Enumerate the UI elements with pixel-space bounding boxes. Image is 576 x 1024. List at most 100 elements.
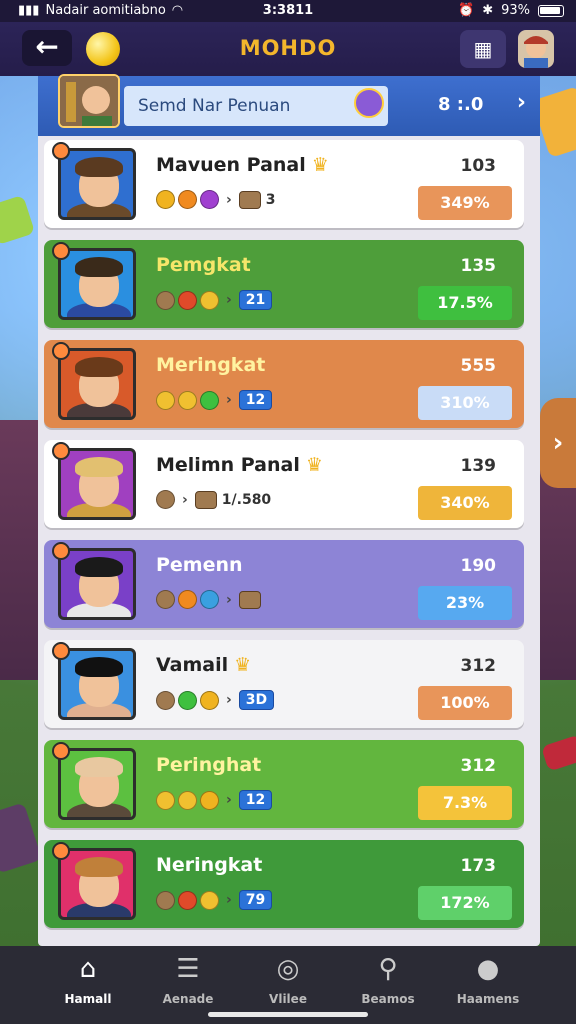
gem-icon — [156, 490, 175, 509]
reward-items: › 12 — [156, 390, 273, 410]
rank-badge-icon — [52, 342, 70, 360]
chevron-right-icon: › — [226, 392, 232, 408]
rank-badge-icon — [52, 142, 70, 160]
gem-icon — [156, 390, 175, 410]
current-player-header[interactable]: Semd Nar Penuan 8 :.0 › — [38, 74, 540, 136]
gem-icon — [200, 390, 219, 410]
player-score: 555 — [460, 356, 497, 376]
player-name-text: Melimn Panal — [156, 454, 300, 476]
player-score: 190 — [460, 556, 497, 576]
player-name-text: Pemgkat — [156, 254, 251, 276]
tab-label: Haamens — [456, 992, 520, 1006]
tab-label: Vlilee — [269, 992, 307, 1006]
rank-badge-icon — [52, 442, 70, 460]
gem-icon — [178, 590, 197, 609]
chevron-right-icon: › — [226, 591, 232, 608]
key-icon — [354, 88, 384, 118]
header-score: 8 :.0 — [438, 94, 484, 115]
player-name: Pemenn — [156, 554, 243, 576]
ranking-row[interactable]: Pemgkat 135 › 21 17.5% — [44, 240, 524, 328]
avatar-icon — [524, 36, 548, 68]
tab-beamos[interactable]: ⚲ Beamos — [338, 954, 438, 1006]
percent-badge: 7.3% — [418, 786, 512, 820]
player-name-text: Pemenn — [156, 554, 243, 576]
tab-label: Beamos — [361, 992, 415, 1006]
player-name-text: Neringkat — [156, 854, 263, 876]
gem-icon — [200, 890, 219, 910]
next-page-arrow[interactable]: › — [540, 398, 576, 488]
ranking-row[interactable]: Melimn Panal ♛ 139 › 1/.580 340% — [44, 440, 524, 528]
rank-badge-icon — [52, 242, 70, 260]
rank-badge-icon — [52, 642, 70, 660]
chest-icon — [238, 590, 261, 609]
ranking-row[interactable]: Peringhat 312 › 12 7.3% — [44, 740, 524, 828]
ranking-row[interactable]: Vamail ♛ 312 › 3D 100% — [44, 640, 524, 728]
gem-icon — [178, 190, 197, 209]
gem-icon — [178, 390, 197, 410]
rank-badge-icon — [52, 742, 70, 760]
percent-badge: 100% — [418, 686, 512, 720]
avatar — [58, 148, 136, 220]
status-bar: ▮▮▮ Nadair aomitiabno ◠ 3:3811 ⏰ ✱ 93% — [0, 0, 576, 22]
reward-count: 1/.580 — [221, 491, 272, 508]
reward-items: › 1/.580 — [156, 490, 271, 509]
player-name: Meringkat — [156, 354, 265, 376]
rank-badge-icon — [52, 842, 70, 860]
ranking-row[interactable]: Neringkat 173 › 79 172% — [44, 840, 524, 928]
chevron-right-icon: › — [226, 792, 232, 808]
player-name: Peringhat — [156, 754, 261, 776]
chevron-right-icon: › — [226, 292, 232, 308]
player-score: 173 — [460, 856, 497, 876]
battery-percent: 93% — [501, 3, 530, 18]
player-score: 135 — [460, 256, 497, 276]
gem-icon — [200, 190, 219, 209]
gem-icon — [200, 290, 219, 310]
tab-hamall[interactable]: ⌂ Hamall — [38, 954, 138, 1006]
level-tag: 12 — [238, 390, 273, 410]
gem-icon — [156, 590, 175, 609]
avatar — [58, 748, 136, 820]
percent-badge: 23% — [418, 586, 512, 620]
gem-icon — [178, 890, 197, 910]
player-name: Mavuen Panal ♛ — [156, 154, 329, 176]
battery-icon — [538, 4, 564, 17]
top-nav: ← MOHDO ▦ — [0, 22, 576, 76]
chevron-right-icon: › — [226, 191, 232, 208]
crown-icon: ♛ — [305, 454, 323, 476]
chevron-right-icon: › — [226, 692, 232, 708]
percent-badge: 17.5% — [418, 286, 512, 320]
chevron-right-icon[interactable]: › — [517, 90, 526, 115]
avatar — [58, 248, 136, 320]
profile-button[interactable] — [518, 30, 554, 68]
avatar — [58, 348, 136, 420]
player-score: 312 — [460, 656, 497, 676]
gem-icon — [156, 190, 175, 209]
gem-icon — [178, 690, 197, 710]
reward-items: › — [156, 590, 261, 609]
chevron-right-icon: › — [226, 892, 232, 908]
gift-button[interactable]: ▦ — [460, 30, 506, 68]
reward-items: › 12 — [156, 790, 273, 810]
player-name-text: Meringkat — [156, 354, 266, 376]
gem-icon — [200, 590, 219, 609]
tab-haamens[interactable]: ● Haamens — [438, 954, 538, 1006]
ranking-row[interactable]: Mavuen Panal ♛ 103 › 3 349% — [44, 140, 524, 228]
level-tag: 79 — [238, 890, 273, 910]
list-icon: ☰ — [176, 954, 200, 984]
avatar — [58, 648, 136, 720]
tab-label: Hamall — [64, 992, 112, 1006]
leaderboard-panel: Semd Nar Penuan 8 :.0 › Mavuen Panal ♛ 103… — [38, 74, 540, 946]
decor-crate — [540, 734, 576, 772]
level-tag: 12 — [238, 790, 273, 810]
percent-badge: 310% — [418, 386, 512, 420]
ranking-row[interactable]: Pemenn 190 › 23% — [44, 540, 524, 628]
reward-items: › 3D — [156, 690, 275, 710]
tab-vlilee[interactable]: ◎ Vlilee — [238, 954, 338, 1006]
ranking-row[interactable]: Meringkat 555 › 12 310% — [44, 340, 524, 428]
percent-badge: 349% — [418, 186, 512, 220]
search-icon: ⚲ — [378, 954, 398, 984]
player-name-text: Vamail — [156, 654, 229, 676]
tab-aenade[interactable]: ☰ Aenade — [138, 954, 238, 1006]
player-name-text: Peringhat — [156, 754, 262, 776]
player-name-field[interactable]: Semd Nar Penuan — [124, 86, 388, 126]
